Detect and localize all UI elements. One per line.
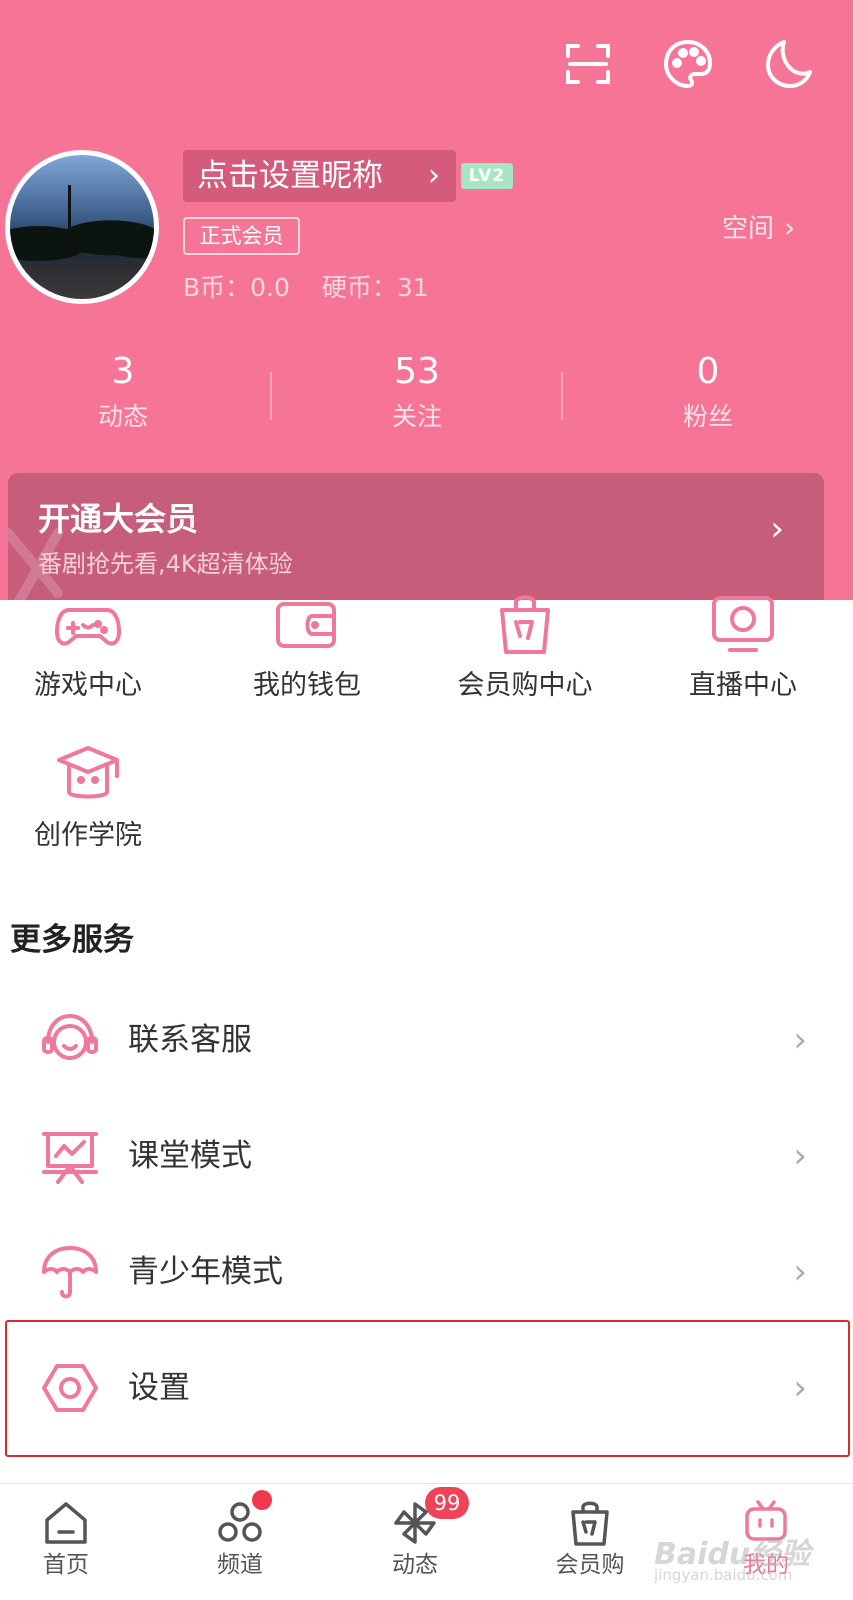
grid-item-label: 直播中心 xyxy=(689,670,797,701)
avatar-photo xyxy=(10,203,154,261)
shopping-bag-icon xyxy=(500,595,550,654)
divider xyxy=(270,372,272,420)
more-services-title: 更多服务 xyxy=(10,922,134,958)
stat-following[interactable]: 53 关注 xyxy=(347,350,487,436)
grid-item-game-center[interactable]: 游戏中心 xyxy=(0,590,183,706)
headset-icon xyxy=(42,1013,98,1060)
nav-item-label: 会员购 xyxy=(555,1552,625,1578)
umbrella-icon xyxy=(42,1246,98,1299)
bottom-nav: 首页 频道 动态 99 会员购 我的 Baidu经验 jingyan.baidu… xyxy=(0,1483,853,1600)
service-row-customer-service[interactable]: 联系客服 › xyxy=(0,982,853,1098)
presentation-board-icon xyxy=(42,1132,98,1184)
wallet-icon xyxy=(276,602,336,648)
service-row-classroom-mode[interactable]: 课堂模式 › xyxy=(0,1098,853,1214)
grid-item-label: 会员购中心 xyxy=(457,670,593,701)
stat-label: 动态 xyxy=(97,402,148,431)
stat-value: 0 xyxy=(696,351,720,392)
member-tag: 正式会员 xyxy=(183,217,300,255)
grid-item-live-center[interactable]: 直播中心 xyxy=(648,590,838,706)
space-link[interactable]: 空间 › xyxy=(722,208,795,249)
nav-item-label: 首页 xyxy=(43,1552,89,1578)
notification-dot xyxy=(252,1490,272,1510)
nav-item-channels[interactable]: 频道 xyxy=(170,1484,310,1600)
gamepad-icon xyxy=(55,608,121,646)
stat-label: 关注 xyxy=(391,402,442,431)
service-row-label: 课堂模式 xyxy=(128,1138,252,1174)
profile-header: 点击设置昵称 › LV2 正式会员 B币：0.0 硬币：31 空间 › 3 动态 … xyxy=(0,0,853,600)
avatar[interactable] xyxy=(5,150,159,304)
highlight-box xyxy=(5,1320,850,1457)
stat-label: 粉丝 xyxy=(682,402,733,431)
nav-item-home[interactable]: 首页 xyxy=(0,1484,136,1600)
avatar-photo-pole xyxy=(68,185,71,255)
stat-value: 3 xyxy=(111,351,135,392)
stat-value: 53 xyxy=(394,351,440,392)
chevron-right-icon: › xyxy=(793,1252,807,1292)
grid-item-label: 我的钱包 xyxy=(253,670,361,701)
graduation-cap-icon xyxy=(57,746,119,799)
nav-item-label: 频道 xyxy=(217,1552,263,1578)
palette-icon[interactable] xyxy=(660,36,716,92)
coin-info: B币：0.0 硬币：31 xyxy=(183,270,453,306)
chevron-right-icon: › xyxy=(770,509,784,549)
level-badge: LV2 xyxy=(461,163,513,189)
chevron-right-icon: › xyxy=(784,211,796,244)
home-icon xyxy=(45,1502,87,1544)
nav-item-dynamics[interactable]: 动态 99 xyxy=(345,1484,485,1600)
vip-banner[interactable]: 开通大会员 番剧抢先看,4K超清体验 › xyxy=(8,473,824,600)
chevron-right-icon: › xyxy=(428,158,440,193)
b-coin-value: B币：0.0 xyxy=(183,273,290,302)
vip-title: 开通大会员 xyxy=(38,500,199,538)
baidu-watermark-url: jingyan.baidu.com xyxy=(654,1566,793,1584)
grid-item-vip-shop[interactable]: 会员购中心 xyxy=(430,590,620,706)
tv-icon xyxy=(712,596,774,652)
nav-item-vip-shop[interactable]: 会员购 xyxy=(520,1484,660,1600)
scan-icon[interactable] xyxy=(560,36,616,92)
grid-item-wallet[interactable]: 我的钱包 xyxy=(212,590,402,706)
stat-followers[interactable]: 0 粉丝 xyxy=(638,350,778,436)
nickname-label: 点击设置昵称 xyxy=(197,158,383,194)
space-link-label: 空间 xyxy=(722,214,775,244)
chevron-right-icon: › xyxy=(793,1136,807,1176)
shopping-bag-icon xyxy=(571,1501,609,1546)
service-row-youth-mode[interactable]: 青少年模式 › xyxy=(0,1214,853,1330)
service-row-label: 青少年模式 xyxy=(128,1254,283,1290)
chevron-right-icon: › xyxy=(793,1020,807,1060)
set-nickname-button[interactable]: 点击设置昵称 › xyxy=(183,150,456,202)
unread-count-badge: 99 xyxy=(425,1487,469,1519)
nav-item-label: 动态 xyxy=(392,1552,438,1578)
grid-item-label: 游戏中心 xyxy=(34,670,142,701)
moon-icon[interactable] xyxy=(760,36,816,92)
vip-subtitle: 番剧抢先看,4K超清体验 xyxy=(38,550,293,578)
grid-item-label: 创作学院 xyxy=(34,820,142,851)
divider xyxy=(561,372,563,420)
stat-dynamics[interactable]: 3 动态 xyxy=(53,350,193,436)
hard-coin-value: 硬币：31 xyxy=(321,273,429,302)
grid-item-creator-academy[interactable]: 创作学院 xyxy=(0,740,183,856)
service-row-label: 联系客服 xyxy=(128,1022,252,1058)
